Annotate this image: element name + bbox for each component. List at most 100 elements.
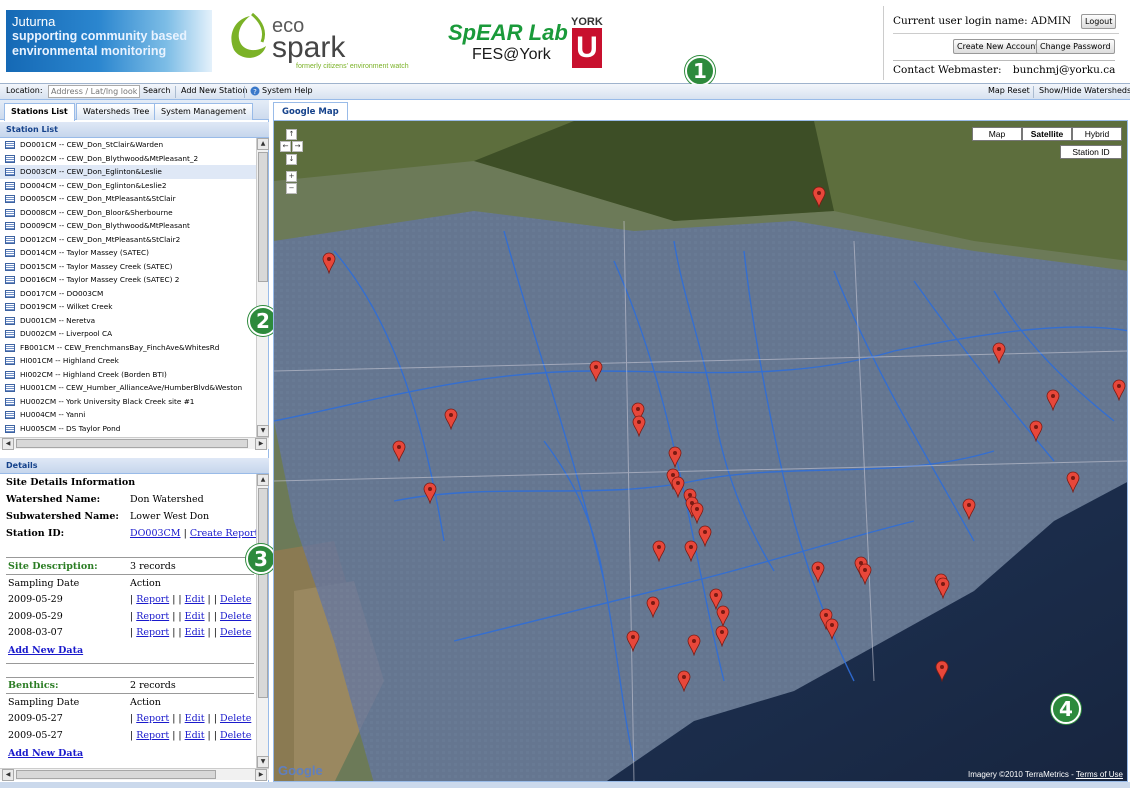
details-hscrollbar[interactable]: ◀ ▶: [0, 768, 269, 781]
station-list-item[interactable]: HU005CM -- DS Taylor Pond: [0, 422, 256, 436]
search-button[interactable]: Search: [143, 86, 170, 95]
station-list-item[interactable]: DO016CM -- Taylor Massey Creek (SATEC) 2: [0, 273, 256, 287]
logout-button[interactable]: Logout: [1081, 14, 1117, 29]
station-marker-icon[interactable]: [690, 502, 704, 524]
report-link[interactable]: Report: [136, 713, 169, 724]
station-marker-icon[interactable]: [392, 440, 406, 462]
station-list-item[interactable]: HU002CM -- York University Black Creek s…: [0, 395, 256, 409]
scroll-left-arrow[interactable]: ◀: [2, 438, 14, 450]
scroll-down-arrow[interactable]: ▼: [257, 756, 269, 768]
scroll-right-arrow[interactable]: ▶: [255, 438, 267, 450]
station-list-item[interactable]: DO014CM -- Taylor Massey (SATEC): [0, 246, 256, 260]
station-list-item[interactable]: HU004CM -- Yanni: [0, 408, 256, 422]
edit-link[interactable]: Edit: [185, 730, 205, 741]
map-reset-button[interactable]: Map Reset: [988, 86, 1030, 95]
map-type-hybrid-button[interactable]: Hybrid: [1072, 127, 1122, 141]
station-list-item[interactable]: DO008CM -- CEW_Don_Bloor&Sherbourne: [0, 206, 256, 220]
delete-link[interactable]: Delete: [220, 594, 251, 605]
station-marker-icon[interactable]: [668, 446, 682, 468]
station-marker-icon[interactable]: [1029, 420, 1043, 442]
terms-of-use-link[interactable]: Terms of Use: [1076, 770, 1123, 779]
tab-stations-list[interactable]: Stations List: [4, 103, 75, 121]
station-list-item[interactable]: HI002CM -- Highland Creek (Borden BTI): [0, 368, 256, 382]
edit-link[interactable]: Edit: [185, 611, 205, 622]
station-id-link[interactable]: DO003CM: [130, 528, 181, 539]
hscroll-thumb[interactable]: [16, 439, 248, 448]
station-list-item[interactable]: DO002CM -- CEW_Don_Blythwood&MtPleasant_…: [0, 152, 256, 166]
station-marker-icon[interactable]: [589, 360, 603, 382]
station-marker-icon[interactable]: [652, 540, 666, 562]
add-station-button[interactable]: Add New Station: [181, 86, 247, 95]
station-list-scrollbar[interactable]: ▲ ▼: [256, 138, 269, 437]
station-marker-icon[interactable]: [646, 596, 660, 618]
scroll-right-arrow[interactable]: ▶: [255, 769, 267, 781]
scroll-left-arrow[interactable]: ◀: [2, 769, 14, 781]
station-marker-icon[interactable]: [322, 252, 336, 274]
station-list-item[interactable]: FB001CM -- CEW_FrenchmansBay_FinchAve&Wh…: [0, 341, 256, 355]
station-list-item[interactable]: HU001CM -- CEW_Humber_AllianceAve/Humber…: [0, 381, 256, 395]
create-report-link[interactable]: Create Report: [190, 528, 256, 539]
station-list-hscrollbar[interactable]: ◀ ▶: [0, 437, 269, 450]
station-list-item[interactable]: DO012CM -- CEW_Don_MtPleasant&StClair2: [0, 233, 256, 247]
scroll-up-arrow[interactable]: ▲: [257, 138, 269, 150]
tab-google-map[interactable]: Google Map: [273, 102, 348, 120]
delete-link[interactable]: Delete: [220, 713, 251, 724]
edit-link[interactable]: Edit: [185, 713, 205, 724]
station-marker-icon[interactable]: [698, 525, 712, 547]
station-id-toggle-button[interactable]: Station ID: [1060, 145, 1122, 159]
change-password-button[interactable]: Change Password: [1036, 39, 1115, 54]
edit-link[interactable]: Edit: [185, 594, 205, 605]
add-new-data-link[interactable]: Add New Data: [8, 748, 83, 759]
pan-left-button[interactable]: ←: [280, 141, 291, 152]
station-list-item[interactable]: DO004CM -- CEW_Don_Eglinton&Leslie2: [0, 179, 256, 193]
add-new-data-link[interactable]: Add New Data: [8, 645, 83, 656]
pan-up-button[interactable]: ↑: [286, 129, 297, 140]
tab-system-management[interactable]: System Management: [154, 103, 254, 120]
create-account-button[interactable]: Create New Account: [953, 39, 1043, 54]
station-marker-icon[interactable]: [684, 540, 698, 562]
station-marker-icon[interactable]: [716, 605, 730, 627]
station-marker-icon[interactable]: [935, 660, 949, 682]
satellite-map[interactable]: ↑ ← → ↓ + − Map Satellite Hybrid Station…: [273, 120, 1128, 782]
map-type-map-button[interactable]: Map: [972, 127, 1022, 141]
delete-link[interactable]: Delete: [220, 611, 251, 622]
station-marker-icon[interactable]: [626, 630, 640, 652]
station-list-item[interactable]: HI001CM -- Highland Creek: [0, 354, 256, 368]
station-list-item[interactable]: DO003CM -- CEW_Don_Eglinton&Leslie: [0, 165, 256, 179]
station-marker-icon[interactable]: [444, 408, 458, 430]
station-list-item[interactable]: DO001CM -- CEW_Don_StClair&Warden: [0, 138, 256, 152]
station-marker-icon[interactable]: [632, 415, 646, 437]
station-list-item[interactable]: DO009CM -- CEW_Don_Blythwood&MtPleasant: [0, 219, 256, 233]
location-search-input[interactable]: [48, 85, 140, 98]
station-marker-icon[interactable]: [1112, 379, 1126, 401]
system-help-button[interactable]: System Help: [262, 86, 313, 95]
station-marker-icon[interactable]: [677, 670, 691, 692]
map-type-satellite-button[interactable]: Satellite: [1022, 127, 1072, 141]
tab-watersheds-tree[interactable]: Watersheds Tree: [76, 103, 157, 120]
report-link[interactable]: Report: [136, 730, 169, 741]
scroll-thumb[interactable]: [258, 488, 268, 698]
station-marker-icon[interactable]: [811, 561, 825, 583]
station-marker-icon[interactable]: [992, 342, 1006, 364]
station-marker-icon[interactable]: [1066, 471, 1080, 493]
station-list-item[interactable]: DO017CM -- DO003CM: [0, 287, 256, 301]
zoom-out-button[interactable]: −: [286, 183, 297, 194]
details-scrollbar[interactable]: ▲ ▼: [256, 474, 269, 768]
pan-down-button[interactable]: ↓: [286, 154, 297, 165]
station-marker-icon[interactable]: [858, 563, 872, 585]
station-marker-icon[interactable]: [687, 634, 701, 656]
station-list-item[interactable]: DO005CM -- CEW_Don_MtPleasant&StClair: [0, 192, 256, 206]
report-link[interactable]: Report: [136, 627, 169, 638]
station-marker-icon[interactable]: [812, 186, 826, 208]
station-list-item[interactable]: DU001CM -- Neretva: [0, 314, 256, 328]
station-list-item[interactable]: DO019CM -- Wilket Creek: [0, 300, 256, 314]
zoom-in-button[interactable]: +: [286, 171, 297, 182]
report-link[interactable]: Report: [136, 594, 169, 605]
delete-link[interactable]: Delete: [220, 730, 251, 741]
station-marker-icon[interactable]: [962, 498, 976, 520]
station-marker-icon[interactable]: [715, 625, 729, 647]
report-link[interactable]: Report: [136, 611, 169, 622]
delete-link[interactable]: Delete: [220, 627, 251, 638]
station-list-item[interactable]: DU002CM -- Liverpool CA: [0, 327, 256, 341]
scroll-down-arrow[interactable]: ▼: [257, 425, 269, 437]
